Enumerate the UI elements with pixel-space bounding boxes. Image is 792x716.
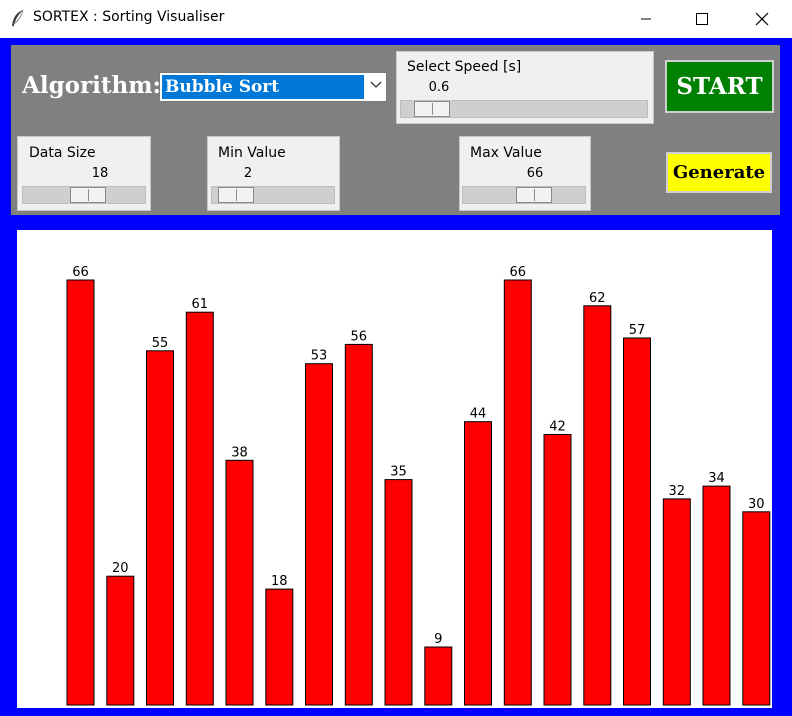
bar-value-label: 18: [271, 574, 288, 589]
max-value-panel: Max Value 66: [459, 136, 591, 211]
bar: [146, 350, 174, 706]
min-value-panel: Min Value 2: [207, 136, 340, 211]
maximize-icon: [696, 13, 708, 25]
bar-chart: 66 20 55 61 38 18 53 56 35 9 44 66 42 62 57 32 34 30: [66, 265, 771, 706]
bar: [265, 588, 294, 706]
bar: [344, 343, 373, 706]
min-value-label: Min Value: [218, 145, 286, 161]
min-value-slider-thumb[interactable]: [218, 187, 254, 203]
bar: [503, 279, 532, 706]
bar-value-label: 56: [351, 329, 368, 344]
bar: [623, 337, 651, 706]
data-size-slider[interactable]: [22, 186, 146, 204]
bar-value-label: 53: [311, 349, 328, 364]
minimize-button[interactable]: [623, 0, 669, 38]
bar: [702, 485, 731, 706]
algorithm-selected-value: Bubble Sort: [162, 75, 364, 99]
sorting-canvas: 66 20 55 61 38 18 53 56 35 9 44 66 42 62 57 32 34 30: [17, 230, 772, 708]
close-icon: [755, 12, 769, 26]
max-value-label: Max Value: [470, 145, 542, 161]
bar-value-label: 38: [231, 445, 248, 460]
bar: [742, 511, 771, 706]
data-size-label: Data Size: [29, 145, 96, 161]
speed-slider[interactable]: [400, 100, 648, 118]
title-bar: SORTEX : Sorting Visualiser: [0, 0, 792, 38]
bar: [543, 434, 572, 706]
maximize-button[interactable]: [679, 0, 725, 38]
data-size-panel: Data Size 18: [17, 136, 151, 211]
bar: [185, 311, 214, 706]
bar: [424, 646, 453, 706]
data-size-slider-thumb[interactable]: [70, 187, 106, 203]
data-size-value: 18: [91, 166, 109, 181]
chevron-down-icon[interactable]: [370, 81, 382, 89]
speed-label: Select Speed [s]: [407, 59, 522, 75]
minimize-icon: [641, 18, 651, 20]
window-title: SORTEX : Sorting Visualiser: [33, 9, 225, 25]
bar: [225, 459, 254, 706]
bar-value-label: 66: [510, 265, 527, 280]
speed-scale-panel: Select Speed [s] 0.6: [396, 51, 654, 124]
bar-value-label: 61: [192, 297, 209, 312]
close-button[interactable]: [739, 0, 785, 38]
algorithm-label: Algorithm:: [22, 72, 162, 99]
max-value-slider[interactable]: [462, 186, 586, 204]
generate-button[interactable]: Generate: [666, 152, 772, 193]
bar-value-label: 57: [629, 323, 646, 338]
bar-value-label: 35: [390, 465, 407, 480]
feather-icon: [10, 9, 26, 29]
bar-value-label: 55: [152, 336, 169, 351]
bar-value-label: 30: [748, 497, 765, 512]
speed-value: 0.6: [428, 80, 450, 95]
bar: [384, 479, 413, 706]
bar-value-label: 62: [589, 291, 606, 306]
min-value-value: 2: [243, 166, 253, 181]
max-value-slider-thumb[interactable]: [516, 187, 552, 203]
bar-value-label: 34: [708, 471, 725, 486]
bar-value-label: 66: [72, 265, 89, 280]
bar: [583, 305, 612, 706]
bar: [662, 498, 691, 706]
algorithm-select[interactable]: Bubble Sort: [159, 72, 387, 102]
bar: [464, 421, 492, 706]
start-button[interactable]: START: [665, 60, 774, 113]
bar: [106, 575, 135, 706]
max-value-value: 66: [526, 166, 544, 181]
bar-value-label: 20: [112, 561, 129, 576]
bar: [305, 363, 333, 706]
speed-slider-thumb[interactable]: [414, 101, 450, 117]
bar: [66, 279, 95, 706]
bar-value-label: 42: [549, 420, 566, 435]
min-value-slider[interactable]: [211, 186, 335, 204]
bar-value-label: 32: [669, 484, 686, 499]
bar-value-label: 44: [470, 407, 487, 422]
bar-value-label: 9: [434, 632, 442, 647]
